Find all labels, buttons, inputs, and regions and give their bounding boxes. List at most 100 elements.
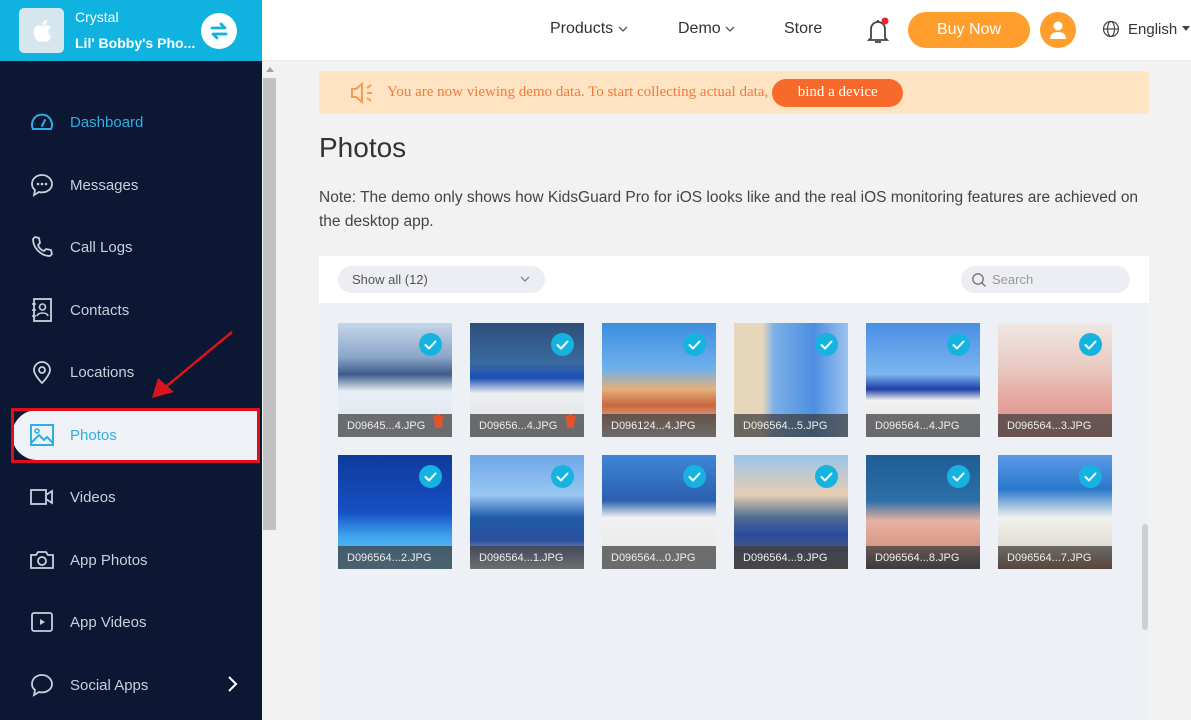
filter-label: Show all (12) (352, 272, 428, 287)
sidebar-item-messages[interactable]: Messages (12, 160, 258, 210)
page-title: Photos (319, 132, 407, 163)
photo-thumbnail[interactable]: D096564...4.JPG (866, 323, 980, 437)
checkmark-icon[interactable] (815, 333, 838, 356)
caret-down-icon (1182, 26, 1191, 31)
dashboard-icon (29, 109, 55, 135)
buy-now-button[interactable]: Buy Now (908, 12, 1030, 48)
contacts-icon (29, 297, 55, 323)
notification-bell-icon[interactable] (864, 16, 892, 51)
sidebar-item-dashboard[interactable]: Dashboard (12, 97, 258, 147)
trash-icon[interactable] (433, 414, 444, 433)
sidebar-item-locations[interactable]: Locations (12, 347, 258, 397)
photo-thumbnail[interactable]: D096564...8.JPG (866, 455, 980, 569)
nav-store[interactable]: Store (784, 20, 822, 38)
apple-logo-icon (19, 8, 64, 53)
language-label: English (1128, 20, 1178, 38)
user-icon (1050, 21, 1066, 39)
photos-toolbar: Show all (12) (319, 256, 1149, 303)
sidebar-item-label: Call Logs (70, 238, 133, 256)
top-navigation-bar: Products Demo Store Buy Now English (262, 0, 1191, 61)
scroll-up-icon[interactable] (266, 67, 274, 72)
photo-thumbnail[interactable]: D096124...4.JPG (602, 323, 716, 437)
photo-thumbnail[interactable]: D096564...3.JPG (998, 323, 1112, 437)
image-icon (29, 422, 55, 448)
photo-filename: D096564...8.JPG (866, 546, 980, 569)
camera-icon (29, 547, 55, 573)
scrollbar-thumb[interactable] (263, 78, 276, 530)
photo-filename: D096564...4.JPG (866, 414, 980, 437)
photo-thumbnail[interactable]: D096564...2.JPG (338, 455, 452, 569)
language-selector[interactable]: English (1102, 20, 1191, 38)
sidebar-item-label: Contacts (70, 301, 130, 319)
checkmark-icon[interactable] (683, 465, 706, 488)
sidebar-item-label: Social Apps (70, 676, 149, 694)
sidebar-item-videos[interactable]: Videos (12, 472, 258, 522)
search-input[interactable] (992, 272, 1122, 287)
nav-products-label: Products (550, 20, 614, 37)
sidebar-item-label: Dashboard (70, 113, 144, 131)
checkmark-icon[interactable] (1079, 333, 1102, 356)
chevron-down-icon (725, 26, 735, 32)
chevron-down-icon (618, 26, 628, 32)
checkmark-icon[interactable] (551, 465, 574, 488)
sidebar-item-photos[interactable]: Photos (12, 410, 258, 460)
globe-icon (1102, 20, 1120, 38)
chat-bubble-icon (29, 672, 55, 698)
checkmark-icon[interactable] (815, 465, 838, 488)
photo-thumbnail[interactable]: D09656...4.JPG (470, 323, 584, 437)
chevron-down-icon (520, 276, 530, 282)
photo-thumbnail[interactable]: D09645...4.JPG (338, 323, 452, 437)
trash-icon[interactable] (565, 414, 576, 433)
search-box (961, 266, 1130, 293)
photo-thumbnail[interactable]: D096564...0.JPG (602, 455, 716, 569)
sidebar-item-app-videos[interactable]: App Videos (12, 597, 258, 647)
demo-note: Note: The demo only shows how KidsGuard … (319, 189, 1139, 230)
photo-filename: D096564...3.JPG (998, 414, 1112, 437)
nav-demo[interactable]: Demo (678, 20, 735, 38)
photo-filename: D096564...7.JPG (998, 546, 1112, 569)
banner-text: You are now viewing demo data. To start … (387, 84, 769, 100)
demo-data-banner: You are now viewing demo data. To start … (319, 71, 1149, 114)
sidebar-item-social-apps[interactable]: Social Apps (12, 660, 258, 710)
checkmark-icon[interactable] (1079, 465, 1102, 488)
filter-dropdown[interactable]: Show all (12) (338, 266, 545, 293)
sidebar-item-contacts[interactable]: Contacts (12, 285, 258, 335)
nav-products[interactable]: Products (550, 20, 628, 38)
checkmark-icon[interactable] (683, 333, 706, 356)
checkmark-icon[interactable] (419, 465, 442, 488)
photo-filename: D096564...2.JPG (338, 546, 452, 569)
photo-thumbnail[interactable]: D096564...7.JPG (998, 455, 1112, 569)
photo-filename: D096124...4.JPG (602, 414, 716, 437)
sidebar-item-label: App Photos (70, 551, 148, 569)
sidebar-item-label: App Videos (70, 613, 147, 631)
sidebar: Crystal Lil' Bobby's Pho... Dashboard Me… (0, 0, 262, 720)
checkmark-icon[interactable] (947, 465, 970, 488)
photos-panel: Show all (12) D09645...4.JPGD09656...4.J… (319, 256, 1149, 720)
switch-icon (210, 22, 228, 40)
photo-thumbnail[interactable]: D096564...1.JPG (470, 455, 584, 569)
photo-filename: D096564...5.JPG (734, 414, 848, 437)
sidebar-item-label: Videos (70, 488, 116, 506)
location-pin-icon (29, 359, 55, 385)
search-icon (972, 272, 986, 287)
checkmark-icon[interactable] (947, 333, 970, 356)
sidebar-item-label: Photos (70, 426, 117, 444)
content-scrollbar-thumb[interactable] (1142, 524, 1148, 630)
sidebar-item-app-photos[interactable]: App Photos (12, 535, 258, 585)
user-avatar[interactable] (1040, 12, 1076, 48)
bind-device-button[interactable]: bind a device (772, 78, 904, 107)
play-icon (29, 609, 55, 635)
sidebar-item-label: Locations (70, 363, 135, 381)
chevron-right-icon (226, 674, 238, 698)
checkmark-icon[interactable] (419, 333, 442, 356)
checkmark-icon[interactable] (551, 333, 574, 356)
photo-thumbnail[interactable]: D096564...9.JPG (734, 455, 848, 569)
sidebar-scrollbar[interactable] (262, 61, 278, 720)
messages-icon (29, 172, 55, 198)
switch-device-button[interactable] (201, 13, 237, 49)
photo-filename: D096564...9.JPG (734, 546, 848, 569)
photo-thumbnail[interactable]: D096564...5.JPG (734, 323, 848, 437)
device-header: Crystal Lil' Bobby's Pho... (0, 0, 262, 61)
phone-icon (29, 234, 55, 260)
sidebar-item-call-logs[interactable]: Call Logs (12, 222, 258, 272)
